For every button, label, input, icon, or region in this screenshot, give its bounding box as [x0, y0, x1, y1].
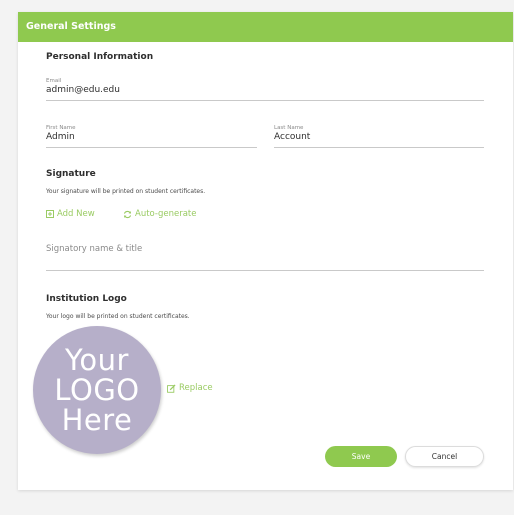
signature-title: Signature [46, 169, 96, 179]
signature-description: Your signature will be printed on studen… [46, 188, 206, 195]
last-name-value[interactable]: Account [274, 132, 310, 142]
logo-image: Your LOGO Here [33, 326, 161, 454]
email-label: Email [46, 78, 62, 84]
logo-text-your: Your [65, 343, 129, 377]
cancel-button[interactable]: Cancel [405, 446, 484, 467]
first-name-label: First Name [46, 125, 76, 131]
auto-generate-label: Auto-generate [135, 209, 197, 219]
auto-generate-signature-button[interactable]: Auto-generate [123, 209, 196, 219]
email-underline [46, 100, 484, 101]
signatory-placeholder[interactable]: Signatory name & title [46, 244, 142, 254]
refresh-icon [123, 210, 132, 218]
email-value[interactable]: admin@edu.edu [46, 85, 120, 95]
personal-info-title: Personal Information [46, 52, 154, 62]
logo-text-here: Here [61, 403, 133, 437]
first-name-underline [46, 147, 257, 148]
last-name-underline [274, 147, 484, 148]
last-name-label: Last Name [274, 125, 304, 131]
edit-icon [167, 383, 176, 393]
general-settings-card: General Settings Personal Information Em… [18, 12, 513, 490]
plus-square-icon [46, 210, 54, 218]
signatory-underline [46, 270, 484, 271]
replace-logo-button[interactable]: Replace [167, 383, 213, 393]
institution-logo-title: Institution Logo [46, 294, 127, 304]
save-button[interactable]: Save [325, 446, 397, 467]
logo-text-logo: LOGO [54, 373, 140, 407]
logo-description: Your logo will be printed on student cer… [46, 313, 190, 320]
add-new-signature-button[interactable]: Add New [46, 209, 95, 219]
card-header: General Settings [18, 12, 513, 42]
card-title: General Settings [26, 21, 116, 32]
replace-label: Replace [179, 383, 213, 393]
first-name-value[interactable]: Admin [46, 132, 75, 142]
add-new-label: Add New [57, 209, 95, 219]
